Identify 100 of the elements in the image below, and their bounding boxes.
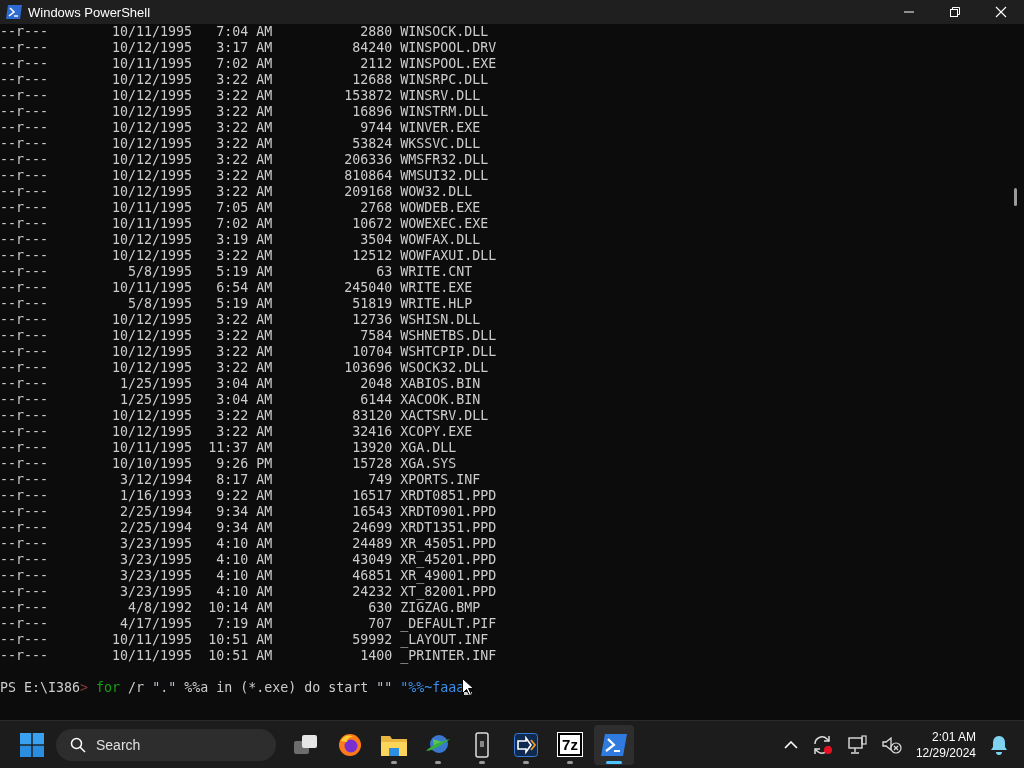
taskbar-app[interactable] [594, 724, 634, 765]
mode-cell: --r--- [0, 632, 49, 648]
length-cell-text: 3504 [359, 232, 393, 248]
date-cell-text: 2/25/1994 [119, 520, 193, 536]
date-cell-text: 10/11/1995 [111, 440, 193, 456]
date-cell-text: 10/11/1995 [111, 56, 193, 72]
search-field[interactable]: Search [56, 728, 276, 761]
date-cell-text: 1/25/1995 [119, 376, 193, 392]
length-cell-text: 1400 [359, 648, 393, 664]
clock-time: 2:01 AM [931, 728, 976, 745]
file-name-cell: WINSTRM.DLL [400, 104, 489, 120]
length-cell-text: 630 [367, 600, 393, 616]
mode-cell: --r--- [0, 152, 49, 168]
length-cell-text: 209168 [343, 184, 393, 200]
bell-icon[interactable] [990, 734, 1008, 755]
date-cell-text: 4/8/1992 [127, 600, 193, 616]
date-cell-text: 3/12/1994 [119, 472, 193, 488]
file-name-cell: WSHISN.DLL [400, 312, 481, 328]
file-name-cell: WOW32.DLL [400, 184, 473, 200]
date-cell-text: 10/11/1995 [111, 216, 193, 232]
date-cell-text: 10/11/1995 [111, 280, 193, 296]
mode-cell: --r--- [0, 616, 49, 632]
time-cell-text: 3:22 AM [215, 72, 273, 88]
date-cell-text: 10/12/1995 [111, 328, 193, 344]
date-cell-text: 10/12/1995 [111, 152, 193, 168]
file-name-cell: WMSUI32.DLL [400, 168, 489, 184]
network-icon[interactable] [847, 734, 868, 755]
time-cell-text: 3:17 AM [215, 40, 273, 56]
folder-icon [381, 733, 407, 756]
time-cell-text: 10:51 AM [207, 632, 273, 648]
time-cell-text: 5:19 AM [215, 264, 273, 280]
file-name-cell: XABIOS.BIN [400, 376, 481, 392]
file-name-cell: WOWFAXUI.DLL [400, 248, 497, 264]
length-cell-text: 10704 [351, 344, 393, 360]
date-cell-text: 5/8/1995 [127, 296, 193, 312]
mode-cell: --r--- [0, 392, 49, 408]
date-cell-text: 10/12/1995 [111, 168, 193, 184]
sync-icon[interactable] [811, 734, 834, 755]
mode-cell: --r--- [0, 296, 49, 312]
mode-cell: --r--- [0, 568, 49, 584]
length-cell-text: 9744 [359, 120, 393, 136]
file-name-cell: XRDT0851.PPD [400, 488, 497, 504]
length-cell-text: 16896 [351, 104, 393, 120]
time-cell-text: 10:51 AM [207, 648, 273, 664]
length-cell-text: 6144 [359, 392, 393, 408]
length-cell-text: 24489 [351, 536, 393, 552]
file-name-cell: XACOOK.BIN [400, 392, 481, 408]
time-cell-text: 3:22 AM [215, 168, 273, 184]
chevron-up-icon[interactable] [783, 740, 798, 749]
length-cell-text: 16543 [351, 504, 393, 520]
mode-cell: --r--- [0, 248, 49, 264]
time-cell-text: 3:22 AM [215, 136, 273, 152]
date-cell-text: 3/23/1995 [119, 584, 193, 600]
taskbar-app[interactable]: 7z [550, 724, 590, 765]
mode-cell: --r--- [0, 408, 49, 424]
date-cell-text: 10/11/1995 [111, 24, 193, 40]
date-cell-text: 10/11/1995 [111, 200, 193, 216]
scrollbar-thumb[interactable] [1014, 188, 1017, 206]
time-cell-text: 3:22 AM [215, 88, 273, 104]
length-cell-text: 245040 [343, 280, 393, 296]
length-cell-text: 24232 [351, 584, 393, 600]
length-cell-text: 43049 [351, 552, 393, 568]
file-name-cell: WINSOCK.DLL [400, 24, 489, 40]
length-cell-text: 63 [375, 264, 393, 280]
length-cell-text: 24699 [351, 520, 393, 536]
time-cell-text: 7:02 AM [215, 56, 273, 72]
mode-cell: --r--- [0, 216, 49, 232]
mode-cell: --r--- [0, 424, 49, 440]
clock[interactable]: 2:01 AM 12/29/2024 [915, 728, 976, 761]
mode-cell: --r--- [0, 184, 49, 200]
length-cell-text: 2048 [359, 376, 393, 392]
time-cell-text: 3:22 AM [215, 344, 273, 360]
file-name-cell: WRITE.EXE [400, 280, 473, 296]
length-cell-text: 153872 [343, 88, 393, 104]
file-name-cell: WRITE.HLP [400, 296, 473, 312]
search-icon [70, 736, 86, 753]
time-cell-text: 3:22 AM [215, 104, 273, 120]
date-cell-text: 10/12/1995 [111, 120, 193, 136]
mode-cell: --r--- [0, 344, 49, 360]
mode-cell: --r--- [0, 376, 49, 392]
file-name-cell: WSOCK32.DLL [400, 360, 489, 376]
file-name-cell: WRITE.CNT [400, 264, 473, 280]
date-cell-text: 10/12/1995 [111, 424, 193, 440]
fox-globe-icon [338, 732, 362, 757]
file-name-cell: XR_45201.PPD [400, 552, 497, 568]
mouse-pointer-icon [462, 678, 473, 696]
terminal-icon [6, 5, 22, 19]
terminal-icon [601, 733, 627, 756]
date-cell-text: 10/12/1995 [111, 136, 193, 152]
time-cell-text: 3:22 AM [215, 184, 273, 200]
command-token: %%a in (*.exe) do start [184, 680, 369, 696]
command-token: "%%~faaa [400, 680, 465, 696]
restore-icon [950, 7, 960, 17]
mode-cell: --r--- [0, 504, 49, 520]
muted-speaker-icon[interactable] [881, 735, 902, 754]
length-cell-text: 12512 [351, 248, 393, 264]
file-name-cell: WOWEXEC.EXE [400, 216, 489, 232]
file-name-cell: _LAYOUT.INF [400, 632, 489, 648]
date-cell-text: 10/12/1995 [111, 40, 193, 56]
file-name-cell: XRDT0901.PPD [400, 504, 497, 520]
